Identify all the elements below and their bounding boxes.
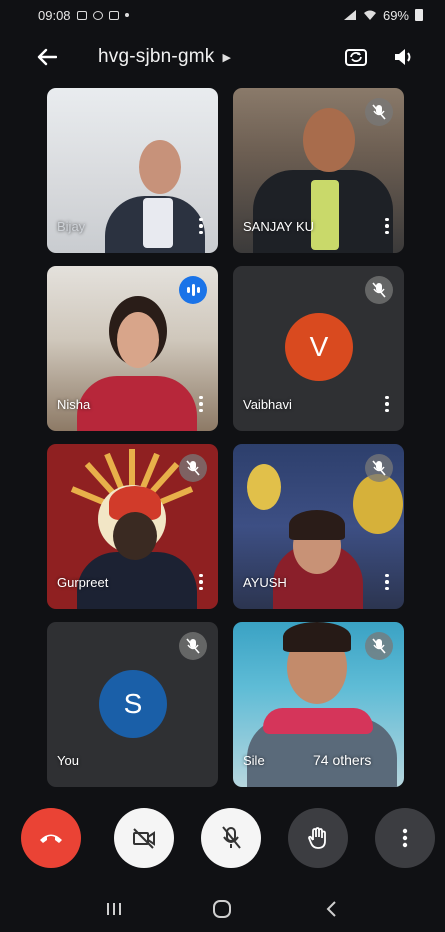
meeting-header: hvg-sjbn-gmk ▶	[0, 30, 445, 84]
nav-back-button[interactable]	[311, 894, 351, 924]
end-call-icon	[40, 834, 62, 843]
speaker-button[interactable]	[389, 42, 419, 72]
raise-hand-button[interactable]	[288, 808, 348, 868]
participant-tile[interactable]: AYUSH	[233, 444, 404, 609]
participant-tile[interactable]: Gurpreet	[47, 444, 218, 609]
dot-icon	[124, 13, 129, 17]
more-options-icon	[402, 828, 408, 848]
end-call-button[interactable]	[21, 808, 81, 868]
participant-more-button[interactable]	[193, 215, 209, 237]
participant-more-button[interactable]	[379, 215, 395, 237]
speaking-indicator	[179, 276, 207, 304]
participant-name: SANJAY KU	[243, 219, 315, 234]
participant-name: Nisha	[57, 397, 91, 412]
nav-back-icon	[326, 900, 336, 917]
participant-tile[interactable]: Bijay	[47, 88, 218, 253]
participant-avatar: V	[285, 313, 353, 381]
muted-indicator	[365, 454, 393, 482]
signal-icon	[343, 10, 356, 20]
participant-tile-self[interactable]: S You	[47, 622, 218, 787]
switch-camera-button[interactable]	[341, 42, 371, 72]
back-button[interactable]	[34, 44, 60, 70]
status-time: 09:08	[38, 7, 71, 23]
whatsapp-icon	[92, 10, 103, 20]
gallery-icon	[76, 10, 87, 20]
mic-off-icon	[186, 460, 200, 476]
participant-name: Gurpreet	[57, 575, 109, 590]
muted-indicator	[365, 276, 393, 304]
muted-indicator	[179, 632, 207, 660]
participant-name: Sile	[243, 753, 265, 768]
participant-more-button[interactable]	[193, 393, 209, 415]
recents-button[interactable]	[94, 894, 134, 924]
back-arrow-icon	[37, 48, 57, 66]
speaker-icon	[395, 49, 411, 65]
mic-toggle-button[interactable]	[201, 808, 261, 868]
mic-off-icon	[372, 282, 386, 298]
participant-more-button[interactable]	[193, 571, 209, 593]
mic-off-icon	[186, 638, 200, 654]
wifi-icon	[363, 10, 376, 20]
participant-grid: Bijay SANJAY KU Nisha V Vaibhavi Gurpree…	[47, 88, 404, 787]
battery-percent: 69%	[382, 7, 409, 23]
participant-tile[interactable]: Nisha	[47, 266, 218, 431]
camera-toggle-button[interactable]	[114, 808, 174, 868]
call-controls	[0, 808, 445, 870]
participant-name: AYUSH	[243, 575, 287, 590]
participant-tile[interactable]: SANJAY KU	[233, 88, 404, 253]
system-navbar	[0, 885, 445, 932]
participant-name: Vaibhavi	[243, 397, 292, 412]
participant-tile[interactable]: V Vaibhavi	[233, 266, 404, 431]
status-bar: 09:08 69%	[0, 0, 445, 30]
more-options-button[interactable]	[375, 808, 435, 868]
raise-hand-icon	[308, 827, 326, 849]
participant-name: You	[57, 753, 79, 768]
mic-off-icon	[372, 638, 386, 654]
participant-name: Bijay	[57, 219, 86, 234]
recents-icon	[107, 902, 122, 915]
home-button[interactable]	[202, 894, 242, 924]
caret-right-icon[interactable]: ▶	[222, 51, 230, 64]
muted-indicator	[365, 632, 393, 660]
muted-indicator	[365, 98, 393, 126]
mic-off-icon	[372, 104, 386, 120]
participant-tile-others[interactable]: Sile 74 others	[233, 622, 404, 787]
participant-more-button[interactable]	[379, 393, 395, 415]
message-icon	[108, 10, 119, 20]
participant-avatar: S	[99, 670, 167, 738]
participant-more-button[interactable]	[379, 571, 395, 593]
mic-off-icon	[222, 826, 241, 849]
participant-video	[77, 376, 197, 431]
camera-off-icon	[133, 828, 155, 849]
switch-camera-icon	[345, 49, 367, 66]
muted-indicator	[179, 454, 207, 482]
others-count-label: 74 others	[313, 752, 372, 768]
battery-icon	[415, 9, 423, 21]
home-icon	[213, 899, 232, 918]
mic-off-icon	[372, 460, 386, 476]
meeting-code[interactable]: hvg-sjbn-gmk	[98, 46, 214, 68]
